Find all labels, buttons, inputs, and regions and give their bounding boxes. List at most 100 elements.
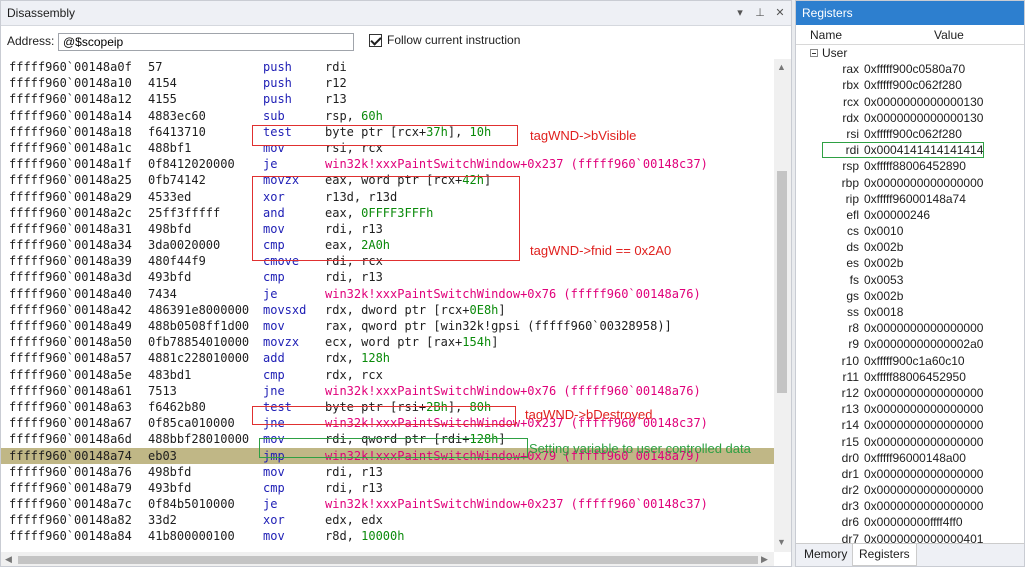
register-row-dr3[interactable]: dr3 0x0000000000000000	[796, 498, 1024, 514]
register-row-dr2[interactable]: dr2 0x0000000000000000	[796, 482, 1024, 498]
register-value[interactable]: 0xfffff900c1a60c10	[864, 353, 965, 369]
disasm-row[interactable]: fffff960`00148a57 4881c228010000 add rdx, 1…	[1, 350, 774, 366]
register-row-r13[interactable]: r13 0x0000000000000000	[796, 401, 1024, 417]
register-value[interactable]: 0x0000000000000000	[864, 385, 983, 401]
register-row-rax[interactable]: rax 0xfffff900c0580a70	[796, 61, 1024, 77]
tab-memory[interactable]: Memory	[798, 544, 853, 565]
scroll-thumb[interactable]	[777, 171, 787, 393]
register-row-gs[interactable]: gs 0x002b	[796, 288, 1024, 304]
register-row-ds[interactable]: ds 0x002b	[796, 239, 1024, 255]
register-value[interactable]: 0x0000000000000130	[864, 94, 983, 110]
register-row-es[interactable]: es 0x002b	[796, 255, 1024, 271]
tab-registers[interactable]: Registers	[852, 544, 917, 566]
disasm-row[interactable]: fffff960`00148a84 41b800000100 mov r8d, 100…	[1, 528, 774, 544]
register-row-dr1[interactable]: dr1 0x0000000000000000	[796, 466, 1024, 482]
register-row-cs[interactable]: cs 0x0010	[796, 223, 1024, 239]
disasm-row[interactable]: fffff960`00148a14 4883ec60 sub rsp, 60h	[1, 108, 774, 124]
register-value[interactable]: 0x0000000000000000	[864, 417, 983, 433]
register-value[interactable]: 0xfffff900c062f280	[864, 126, 962, 142]
scroll-right-icon[interactable]: ▶	[761, 554, 768, 565]
register-value[interactable]: 0x0010	[864, 223, 903, 239]
register-row-rbx[interactable]: rbx 0xfffff900c062f280	[796, 77, 1024, 93]
disasm-row[interactable]: fffff960`00148a12 4155 push r13	[1, 91, 774, 107]
register-row-rip[interactable]: rip 0xfffff96000148a74	[796, 191, 1024, 207]
register-row-rbp[interactable]: rbp 0x0000000000000000	[796, 175, 1024, 191]
disasm-row[interactable]: fffff960`00148a76 498bfd mov rdi, r13	[1, 464, 774, 480]
disasm-row[interactable]: fffff960`00148a3d 493bfd cmp rdi, r13	[1, 269, 774, 285]
follow-instruction-checkbox[interactable]: Follow current instruction	[369, 33, 520, 47]
disasm-row[interactable]: fffff960`00148a79 493bfd cmp rdi, r13	[1, 480, 774, 496]
register-value[interactable]: 0x00000000000002a0	[864, 336, 983, 352]
register-value[interactable]: 0x0000000000000000	[864, 320, 983, 336]
register-row-rcx[interactable]: rcx 0x0000000000000130	[796, 94, 1024, 110]
register-row-r10[interactable]: r10 0xfffff900c1a60c10	[796, 353, 1024, 369]
register-row-r9[interactable]: r9 0x00000000000002a0	[796, 336, 1024, 352]
address-input[interactable]	[58, 33, 354, 51]
register-row-rdx[interactable]: rdx 0x0000000000000130	[796, 110, 1024, 126]
register-value[interactable]: 0x0000000000000000	[864, 482, 983, 498]
pin-icon[interactable]: ⊥	[753, 1, 767, 25]
register-value[interactable]: 0x0000000000000000	[864, 175, 983, 191]
register-value[interactable]: 0x0053	[864, 272, 903, 288]
collapse-icon[interactable]	[810, 49, 818, 58]
col-value-header[interactable]: Value	[934, 28, 964, 42]
scroll-up-icon[interactable]: ▲	[777, 62, 786, 72]
register-row-dr6[interactable]: dr6 0x00000000ffff4ff0	[796, 514, 1024, 530]
disasm-row[interactable]: fffff960`00148a49 488b0508ff1d00 mov rax, q…	[1, 318, 774, 334]
address: fffff960`00148a63	[9, 399, 132, 414]
register-row-ss[interactable]: ss 0x0018	[796, 304, 1024, 320]
register-value[interactable]: 0x002b	[864, 239, 903, 255]
register-value[interactable]: 0xfffff88006452890	[864, 158, 966, 174]
register-value[interactable]: 0x0000000000000000	[864, 466, 983, 482]
register-value[interactable]: 0xfffff900c062f280	[864, 77, 962, 93]
register-value[interactable]: 0x002b	[864, 255, 903, 271]
register-value[interactable]: 0x0000000000000130	[864, 110, 983, 126]
opcode-bytes: f6462b80	[148, 399, 206, 414]
register-value[interactable]: 0xfffff96000148a00	[864, 450, 966, 466]
register-value[interactable]: 0x00000000ffff4ff0	[864, 514, 963, 530]
register-value[interactable]: 0x0000000000000000	[864, 498, 983, 514]
register-row-r12[interactable]: r12 0x0000000000000000	[796, 385, 1024, 401]
close-icon[interactable]: ✕	[773, 1, 787, 25]
vertical-scrollbar[interactable]: ▲ ▼	[774, 59, 791, 552]
register-value[interactable]: 0xfffff96000148a74	[864, 191, 966, 207]
register-row-rsi[interactable]: rsi 0xfffff900c062f280	[796, 126, 1024, 142]
register-row-r8[interactable]: r8 0x0000000000000000	[796, 320, 1024, 336]
disasm-row[interactable]: fffff960`00148a82 33d2 xor edx, edx	[1, 512, 774, 528]
register-row-r11[interactable]: r11 0xfffff88006452950	[796, 369, 1024, 385]
register-value[interactable]: 0x00000246	[864, 207, 930, 223]
col-name-header[interactable]: Name	[810, 28, 842, 42]
horizontal-scrollbar[interactable]: ◀ ▶	[1, 552, 774, 566]
disasm-row[interactable]: fffff960`00148a10 4154 push r12	[1, 75, 774, 91]
scroll-left-icon[interactable]: ◀	[5, 554, 12, 565]
mnemonic: mov	[263, 319, 285, 333]
register-value[interactable]: 0xfffff88006452950	[864, 369, 966, 385]
disasm-row[interactable]: fffff960`00148a50 0fb78854010000 movzx ecx,…	[1, 334, 774, 350]
disasm-row[interactable]: fffff960`00148a0f 57 push rdi	[1, 59, 774, 75]
disasm-row[interactable]: fffff960`00148a40 7434 je win32k!xxxPaintSw…	[1, 286, 774, 302]
register-row-fs[interactable]: fs 0x0053	[796, 272, 1024, 288]
register-value[interactable]: 0xfffff900c0580a70	[864, 61, 965, 77]
register-row-dr0[interactable]: dr0 0xfffff96000148a00	[796, 450, 1024, 466]
hscroll-thumb[interactable]	[18, 556, 758, 564]
mnemonic: xor	[263, 513, 285, 528]
disasm-row[interactable]: fffff960`00148a7c 0f84b5010000 je win32k!xx…	[1, 496, 774, 512]
disasm-row[interactable]: fffff960`00148a42 486391e8000000 movsxd rdx…	[1, 302, 774, 318]
register-row-rsp[interactable]: rsp 0xfffff88006452890	[796, 158, 1024, 174]
register-row-r14[interactable]: r14 0x0000000000000000	[796, 417, 1024, 433]
register-value[interactable]: 0x002b	[864, 288, 903, 304]
register-value[interactable]: 0x0018	[864, 304, 903, 320]
scroll-down-icon[interactable]: ▼	[777, 537, 786, 547]
register-group-user[interactable]: User	[796, 45, 1024, 61]
register-value[interactable]: 0x0000000000000000	[864, 401, 983, 417]
checkbox-checked-icon[interactable]	[369, 33, 382, 47]
disasm-row[interactable]: fffff960`00148a1f 0f8412020000 je win32k!xx…	[1, 156, 774, 172]
disasm-row[interactable]: fffff960`00148a61 7513 jne win32k!xxxPaintS…	[1, 383, 774, 399]
disasm-row[interactable]: fffff960`00148a5e 483bd1 cmp rdx, rcx	[1, 367, 774, 383]
address: fffff960`00148a18	[9, 124, 132, 139]
dropdown-icon[interactable]: ▾	[733, 1, 747, 25]
register-row-efl[interactable]: efl 0x00000246	[796, 207, 1024, 223]
register-row-r15[interactable]: r15 0x0000000000000000	[796, 434, 1024, 450]
opcode-bytes: 41b800000100	[148, 529, 235, 544]
register-value[interactable]: 0x0000000000000000	[864, 434, 983, 450]
